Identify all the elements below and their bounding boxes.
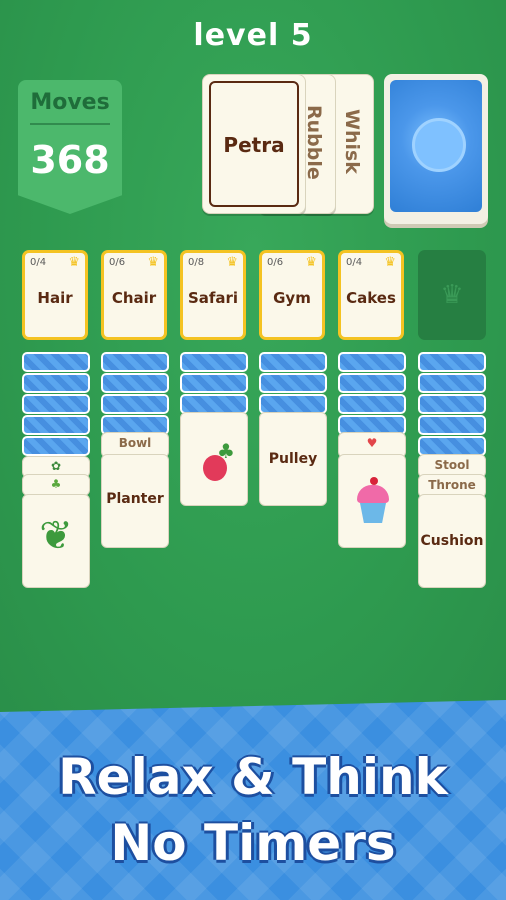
tableau-card-back — [180, 394, 248, 414]
tableau-card-planter[interactable]: Planter — [101, 454, 169, 548]
tableau-card-label: Throne — [428, 478, 476, 492]
moves-label: Moves — [30, 90, 110, 115]
tableau-card-label: Planter — [106, 491, 164, 507]
leaf-icon: ♣ — [50, 477, 62, 491]
foundation-hair[interactable]: 0/4 ♛ Hair — [22, 250, 88, 340]
moves-divider — [30, 123, 110, 125]
tableau-card-back — [338, 373, 406, 393]
foundation-safari[interactable]: 0/8 ♛ Safari — [180, 250, 246, 340]
tableau-card-dill[interactable]: ❦ — [22, 494, 90, 588]
level-number: 5 — [290, 18, 313, 53]
foundation-name: Cakes — [346, 289, 396, 307]
deck-card-back — [390, 80, 482, 212]
tableau-card-back — [101, 352, 169, 372]
cupcake-frosting-icon — [357, 485, 389, 503]
tableau-card-back — [180, 352, 248, 372]
tableau-card-back — [418, 394, 486, 414]
crown-icon: ♛ — [305, 255, 317, 270]
tableau-card-back — [22, 352, 90, 372]
tableau-card-back — [22, 436, 90, 456]
tableau-card-cushion[interactable]: Cushion — [418, 494, 486, 588]
tableau-card-label: Bowl — [118, 436, 152, 450]
foundation-count: 0/4 — [346, 257, 363, 268]
tableau-card-back — [338, 352, 406, 372]
tableau-card-back — [22, 415, 90, 435]
foundation-count: 0/6 — [109, 257, 126, 268]
draw-deck[interactable] — [384, 74, 488, 224]
foundation-count: 0/6 — [267, 257, 284, 268]
tableau-card-cupcake[interactable] — [338, 454, 406, 548]
tableau-card-leaf-small[interactable]: ♣ — [22, 474, 90, 496]
tableau-card-pulley[interactable]: Pulley — [259, 412, 327, 506]
moves-badge: Moves 368 — [18, 80, 122, 214]
tableau-card-back — [22, 373, 90, 393]
tableau-card-back — [22, 394, 90, 414]
crown-icon: ♛ — [226, 255, 238, 270]
strawberry-icon: ♥ — [366, 436, 378, 450]
banner-line-2: No Timers — [110, 814, 396, 872]
tableau-card-back — [101, 394, 169, 414]
tableau-card-back — [180, 373, 248, 393]
level-title: level 5 — [0, 18, 506, 53]
tableau-card-back — [338, 394, 406, 414]
foundation-name: Chair — [111, 289, 157, 307]
foundation-empty-slot[interactable]: ♛ — [418, 250, 486, 340]
foundation-name: Gym — [273, 289, 311, 307]
crown-icon: ♛ — [384, 255, 396, 270]
foundation-count: 0/8 — [188, 257, 205, 268]
cherry-icon — [370, 477, 378, 485]
waste-card-petra[interactable]: Petra — [202, 74, 306, 214]
dill-icon: ❦ — [39, 513, 73, 559]
foundation-cakes[interactable]: 0/4 ♛ Cakes — [338, 250, 404, 340]
tableau-card-back — [259, 373, 327, 393]
tableau-card-back — [418, 352, 486, 372]
waste-card-rubble-label: Rubble — [303, 105, 325, 180]
tableau-card-back — [418, 415, 486, 435]
tableau-card-back — [418, 436, 486, 456]
cupcake-wrapper-icon — [360, 503, 386, 523]
waste-card-petra-label: Petra — [223, 133, 285, 157]
herb-icon: ✿ — [50, 459, 62, 473]
foundation-gym[interactable]: 0/6 ♛ Gym — [259, 250, 325, 340]
tableau-card-label: Stool — [434, 458, 470, 472]
banner-line-1: Relax & Think — [58, 748, 448, 806]
foundation-chair[interactable]: 0/6 ♛ Chair — [101, 250, 167, 340]
jester-hat-icon: ♛ — [440, 280, 464, 310]
waste-card-whisk-label: Whisk — [341, 109, 363, 174]
foundation-count: 0/4 — [30, 257, 47, 268]
tableau-card-radish[interactable]: ♣ — [180, 412, 248, 506]
level-label: level — [193, 18, 280, 53]
tableau-card-back — [418, 373, 486, 393]
tableau-card-back — [259, 352, 327, 372]
tableau-card-back — [101, 373, 169, 393]
jester-emblem-icon — [412, 118, 466, 172]
moves-count: 368 — [30, 138, 110, 182]
tableau-card-label: Cushion — [420, 533, 484, 549]
radish-leaf-icon: ♣ — [217, 439, 235, 463]
tableau-card-back — [259, 394, 327, 414]
foundation-name: Hair — [37, 289, 73, 307]
foundation-name: Safari — [187, 289, 239, 307]
tableau-card-label: Pulley — [268, 451, 318, 467]
crown-icon: ♛ — [68, 255, 80, 270]
crown-icon: ♛ — [147, 255, 159, 270]
